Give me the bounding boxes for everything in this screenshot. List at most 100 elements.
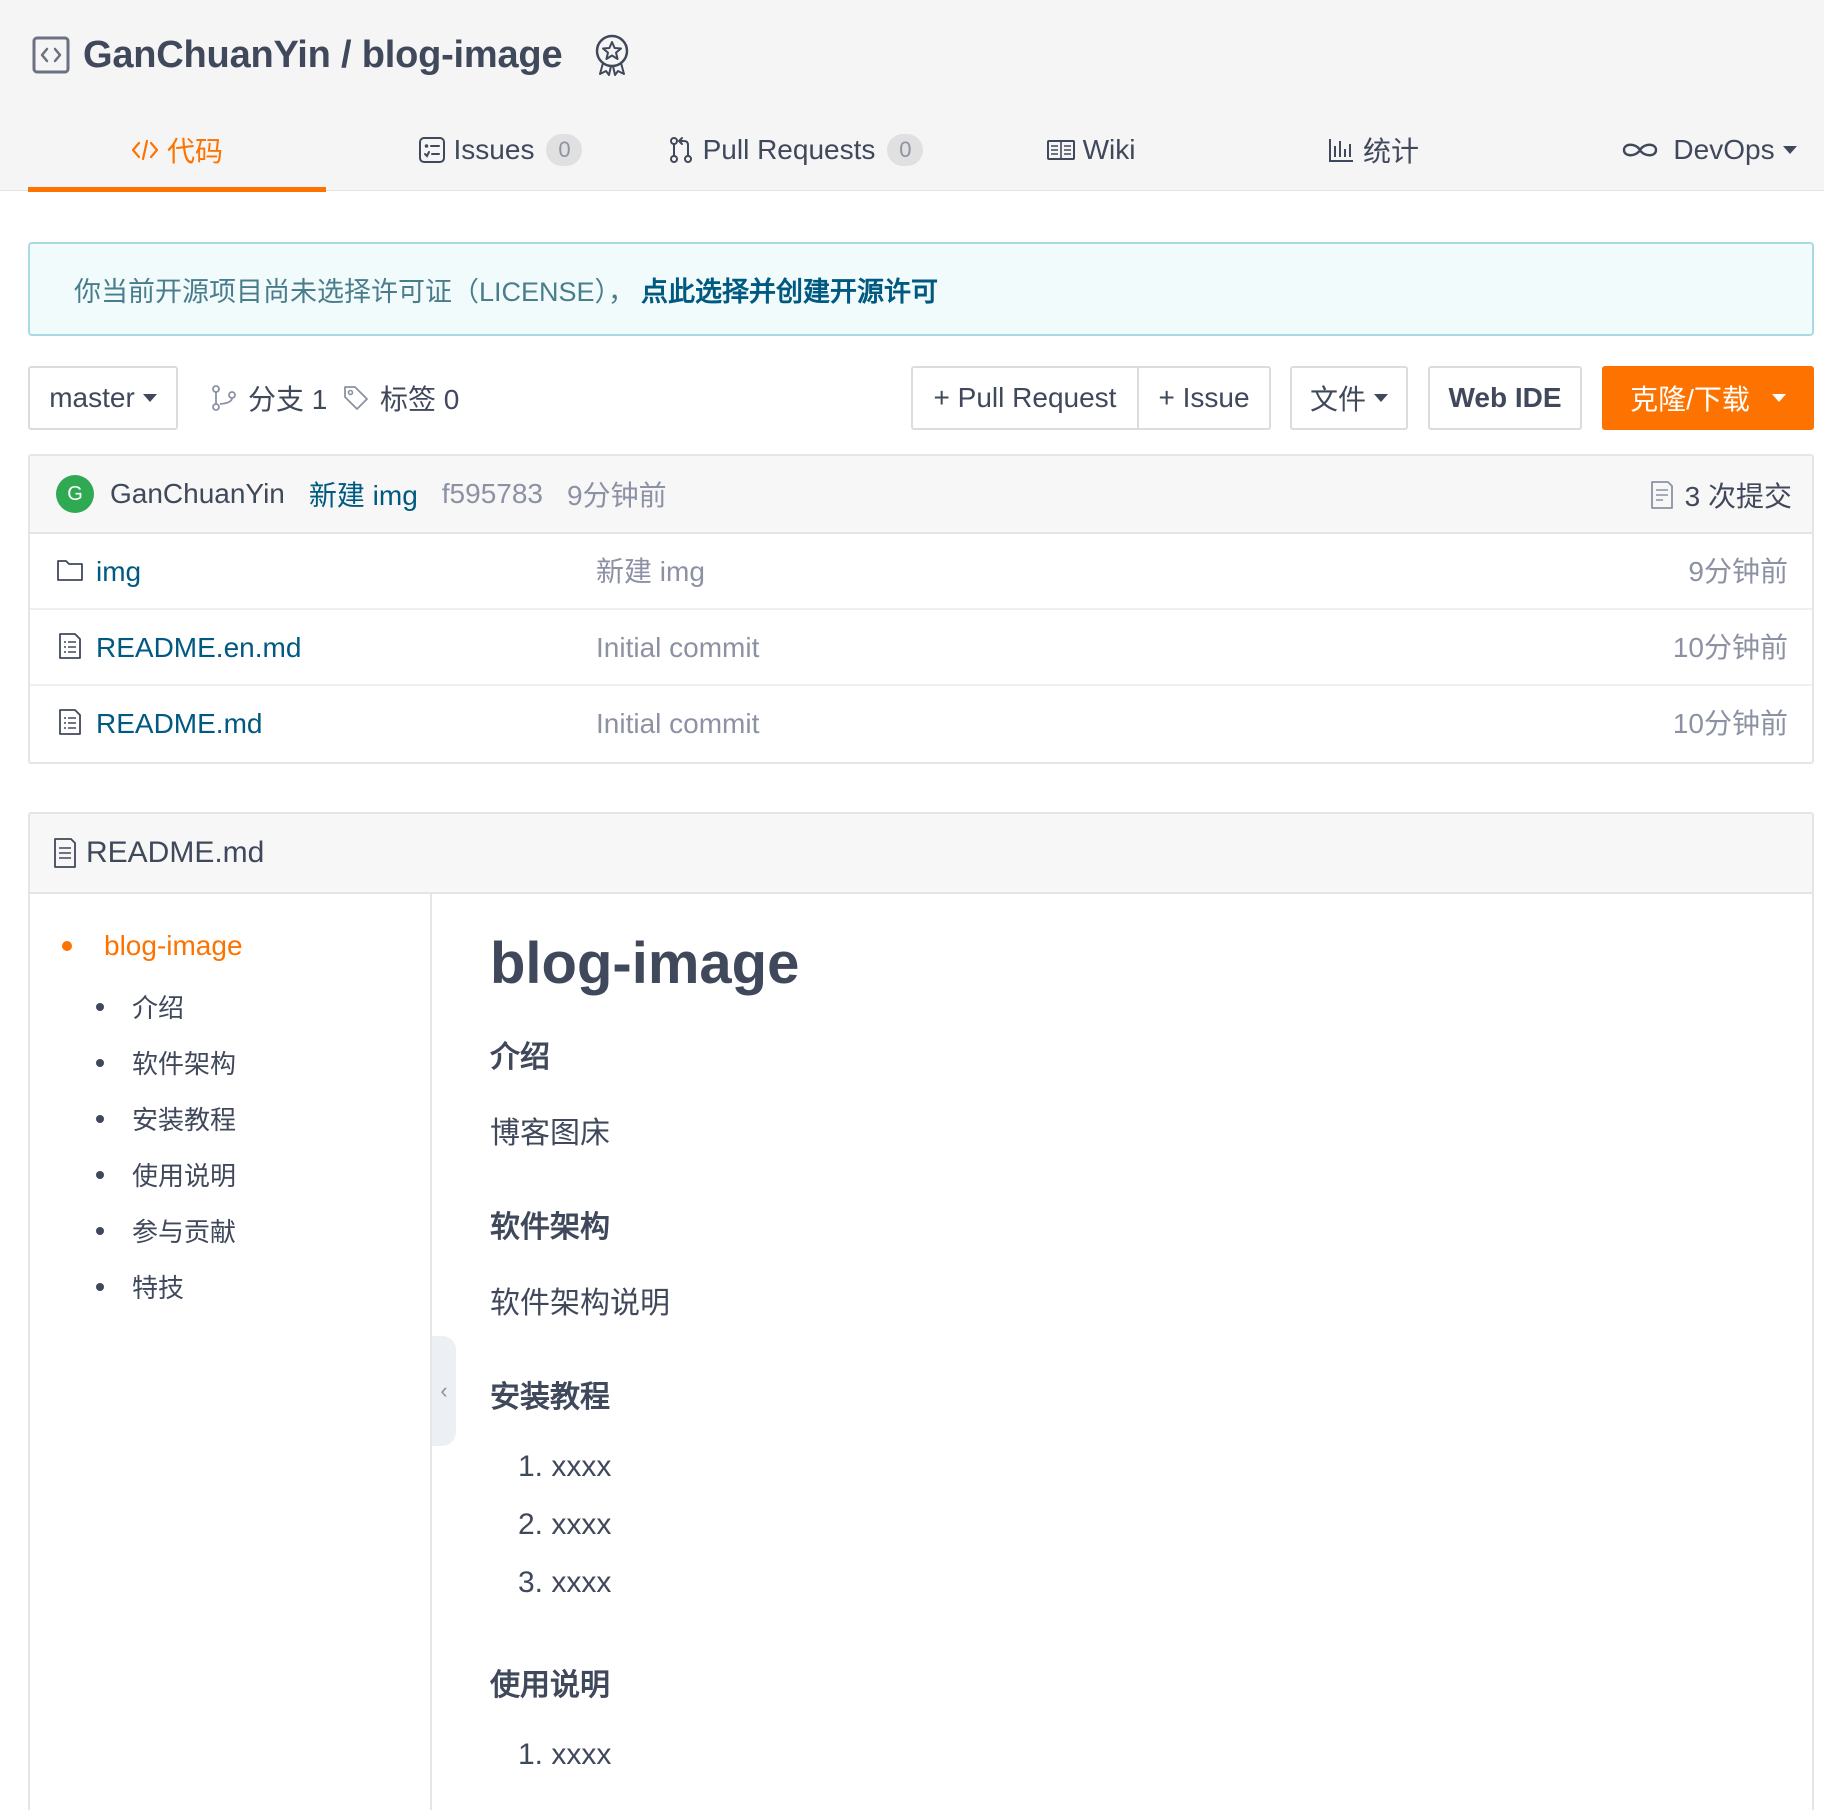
tab-wiki[interactable]: Wiki: [1026, 108, 1156, 191]
commit-message[interactable]: 新建 img: [309, 474, 418, 514]
list-item: 1. xxxx: [518, 1738, 612, 1771]
commit-time: 9分钟前: [567, 480, 667, 511]
toc-item-blog-image[interactable]: blog-image: [62, 930, 243, 962]
new-issue-label: + Issue: [1158, 382, 1250, 413]
list-item: 3. xxxx: [518, 1566, 612, 1599]
wiki-icon: [1046, 139, 1075, 160]
branch-selector[interactable]: master: [28, 366, 178, 430]
file-menu-button[interactable]: 文件: [1290, 366, 1408, 430]
branches-label: 分支 1: [248, 384, 328, 415]
readme-title: blog-image: [490, 931, 800, 996]
clone-download-button[interactable]: 克隆/下载: [1602, 366, 1814, 430]
branch-icon: [212, 385, 236, 411]
branch-caret-icon: [142, 394, 157, 402]
license-banner: 你当前开源项目尚未选择许可证（LICENSE）， 点此选择并创建开源许可: [28, 242, 1814, 336]
readme-file-icon: [54, 838, 76, 868]
list-item: 1. xxxx: [518, 1450, 612, 1483]
file-commit-message[interactable]: Initial commit: [596, 686, 759, 762]
devops-caret-icon: [1782, 145, 1797, 154]
section-heading: 使用说明: [490, 1669, 610, 1702]
readme-panel: README.md blog-image 介绍 软件架构 安装教程 使用说明 参…: [28, 812, 1814, 1810]
toc-item-label: 参与贡献: [132, 1217, 237, 1247]
web-ide-label: Web IDE: [1448, 382, 1562, 413]
latest-commit-bar: G GanChuanYin 新建 img f595783 9分钟前 3 次提交: [30, 456, 1812, 534]
repo-name-link[interactable]: blog-image: [362, 34, 563, 77]
toc-item[interactable]: 软件架构: [96, 1044, 236, 1081]
file-row[interactable]: README.md Initial commit 10分钟前: [30, 686, 1812, 762]
folder-icon: [57, 560, 83, 581]
toc-item-label: 特技: [132, 1273, 185, 1303]
toc-item[interactable]: 特技: [96, 1268, 184, 1305]
file-text-icon: [59, 633, 81, 659]
file-commit-message[interactable]: Initial commit: [596, 610, 759, 686]
section-text: 软件架构说明: [490, 1287, 670, 1320]
commit-count-label: 3 次提交: [1684, 481, 1792, 512]
avatar[interactable]: G: [56, 475, 94, 513]
award-badge-icon[interactable]: [592, 33, 632, 77]
pull-requests-count-badge: 0: [887, 133, 924, 166]
license-notice-text: 你当前开源项目尚未选择许可证（LICENSE），: [74, 276, 636, 307]
tab-stats-label: 统计: [1362, 135, 1419, 167]
file-name-link[interactable]: README.md: [96, 686, 262, 762]
toc-bullet: [96, 1114, 104, 1123]
code-icon: [131, 139, 159, 160]
tab-devops-label: DevOps: [1673, 133, 1775, 165]
tab-issues-label: Issues: [453, 133, 535, 165]
toc-item[interactable]: 安装教程: [96, 1100, 236, 1137]
tab-code[interactable]: 代码: [28, 108, 326, 192]
web-ide-button[interactable]: Web IDE: [1428, 366, 1582, 430]
repo-toolbar: master 分支 1 标签 0 + Pull Request + Issue …: [28, 366, 1814, 430]
tab-code-label: 代码: [166, 135, 223, 167]
infinity-icon: [1623, 143, 1658, 156]
toc-top-label: blog-image: [104, 930, 243, 961]
commits-icon: [1650, 481, 1673, 509]
stats-icon: [1328, 138, 1353, 162]
pull-request-icon: [669, 136, 692, 163]
readme-filename: README.md: [86, 836, 265, 869]
toc-item-label: 使用说明: [132, 1161, 237, 1191]
toc-item-label: 介绍: [132, 993, 185, 1023]
file-time: 9分钟前: [1688, 556, 1788, 587]
tab-pull-requests-label: Pull Requests: [702, 133, 876, 165]
clone-download-label: 克隆/下载: [1630, 384, 1750, 415]
toc-item-label: 安装教程: [132, 1105, 237, 1135]
branches-link[interactable]: 分支 1: [210, 366, 327, 430]
repo-owner-link[interactable]: GanChuanYin: [83, 34, 331, 77]
readme-toc: blog-image 介绍 软件架构 安装教程 使用说明 参与贡献 特技: [30, 894, 432, 1810]
file-list: G GanChuanYin 新建 img f595783 9分钟前 3 次提交 …: [28, 454, 1814, 764]
tab-stats[interactable]: 统计: [1318, 108, 1428, 191]
tags-link[interactable]: 标签 0: [342, 366, 459, 430]
file-name-link[interactable]: README.en.md: [96, 610, 301, 686]
create-license-link[interactable]: 点此选择并创建开源许可: [641, 270, 938, 309]
toc-item[interactable]: 参与贡献: [96, 1212, 236, 1249]
file-row[interactable]: img 新建 img 9分钟前: [30, 534, 1812, 610]
tags-label: 标签 0: [380, 384, 460, 415]
file-row[interactable]: README.en.md Initial commit 10分钟前: [30, 610, 1812, 686]
repo-separator: /: [330, 33, 362, 76]
new-issue-button[interactable]: + Issue: [1137, 366, 1271, 430]
toc-bullet: [96, 1226, 104, 1235]
issues-icon: [418, 136, 445, 163]
repo-header: GanChuanYin / blog-image 代码 Issues 0 Pul…: [0, 0, 1824, 192]
chevron-left-icon: ‹: [440, 1378, 448, 1403]
toc-item[interactable]: 使用说明: [96, 1156, 236, 1193]
repo-tabs: 代码 Issues 0 Pull Requests 0 Wiki 统计 DevO…: [28, 108, 1824, 192]
issues-count-badge: 0: [546, 133, 583, 166]
readme-header: README.md: [30, 814, 1812, 894]
branch-selector-label: master: [49, 382, 135, 413]
tab-devops[interactable]: DevOps: [1594, 108, 1824, 191]
commit-count-link[interactable]: 3 次提交: [1649, 456, 1792, 534]
file-menu-label: 文件: [1309, 384, 1366, 415]
list-item: 2. xxxx: [518, 1508, 612, 1541]
section-heading: 安装教程: [490, 1381, 610, 1414]
new-pull-request-button[interactable]: + Pull Request: [911, 366, 1139, 430]
file-caret-icon: [1374, 394, 1388, 402]
file-name-link[interactable]: img: [96, 534, 141, 610]
tab-issues[interactable]: Issues 0: [390, 108, 610, 191]
commit-hash[interactable]: f595783: [442, 478, 543, 510]
file-commit-message[interactable]: 新建 img: [596, 534, 705, 610]
toc-collapse-toggle[interactable]: ‹: [432, 1336, 456, 1446]
commit-author[interactable]: GanChuanYin: [110, 478, 285, 510]
toc-item[interactable]: 介绍: [96, 988, 184, 1025]
tab-pull-requests[interactable]: Pull Requests 0: [652, 108, 938, 191]
